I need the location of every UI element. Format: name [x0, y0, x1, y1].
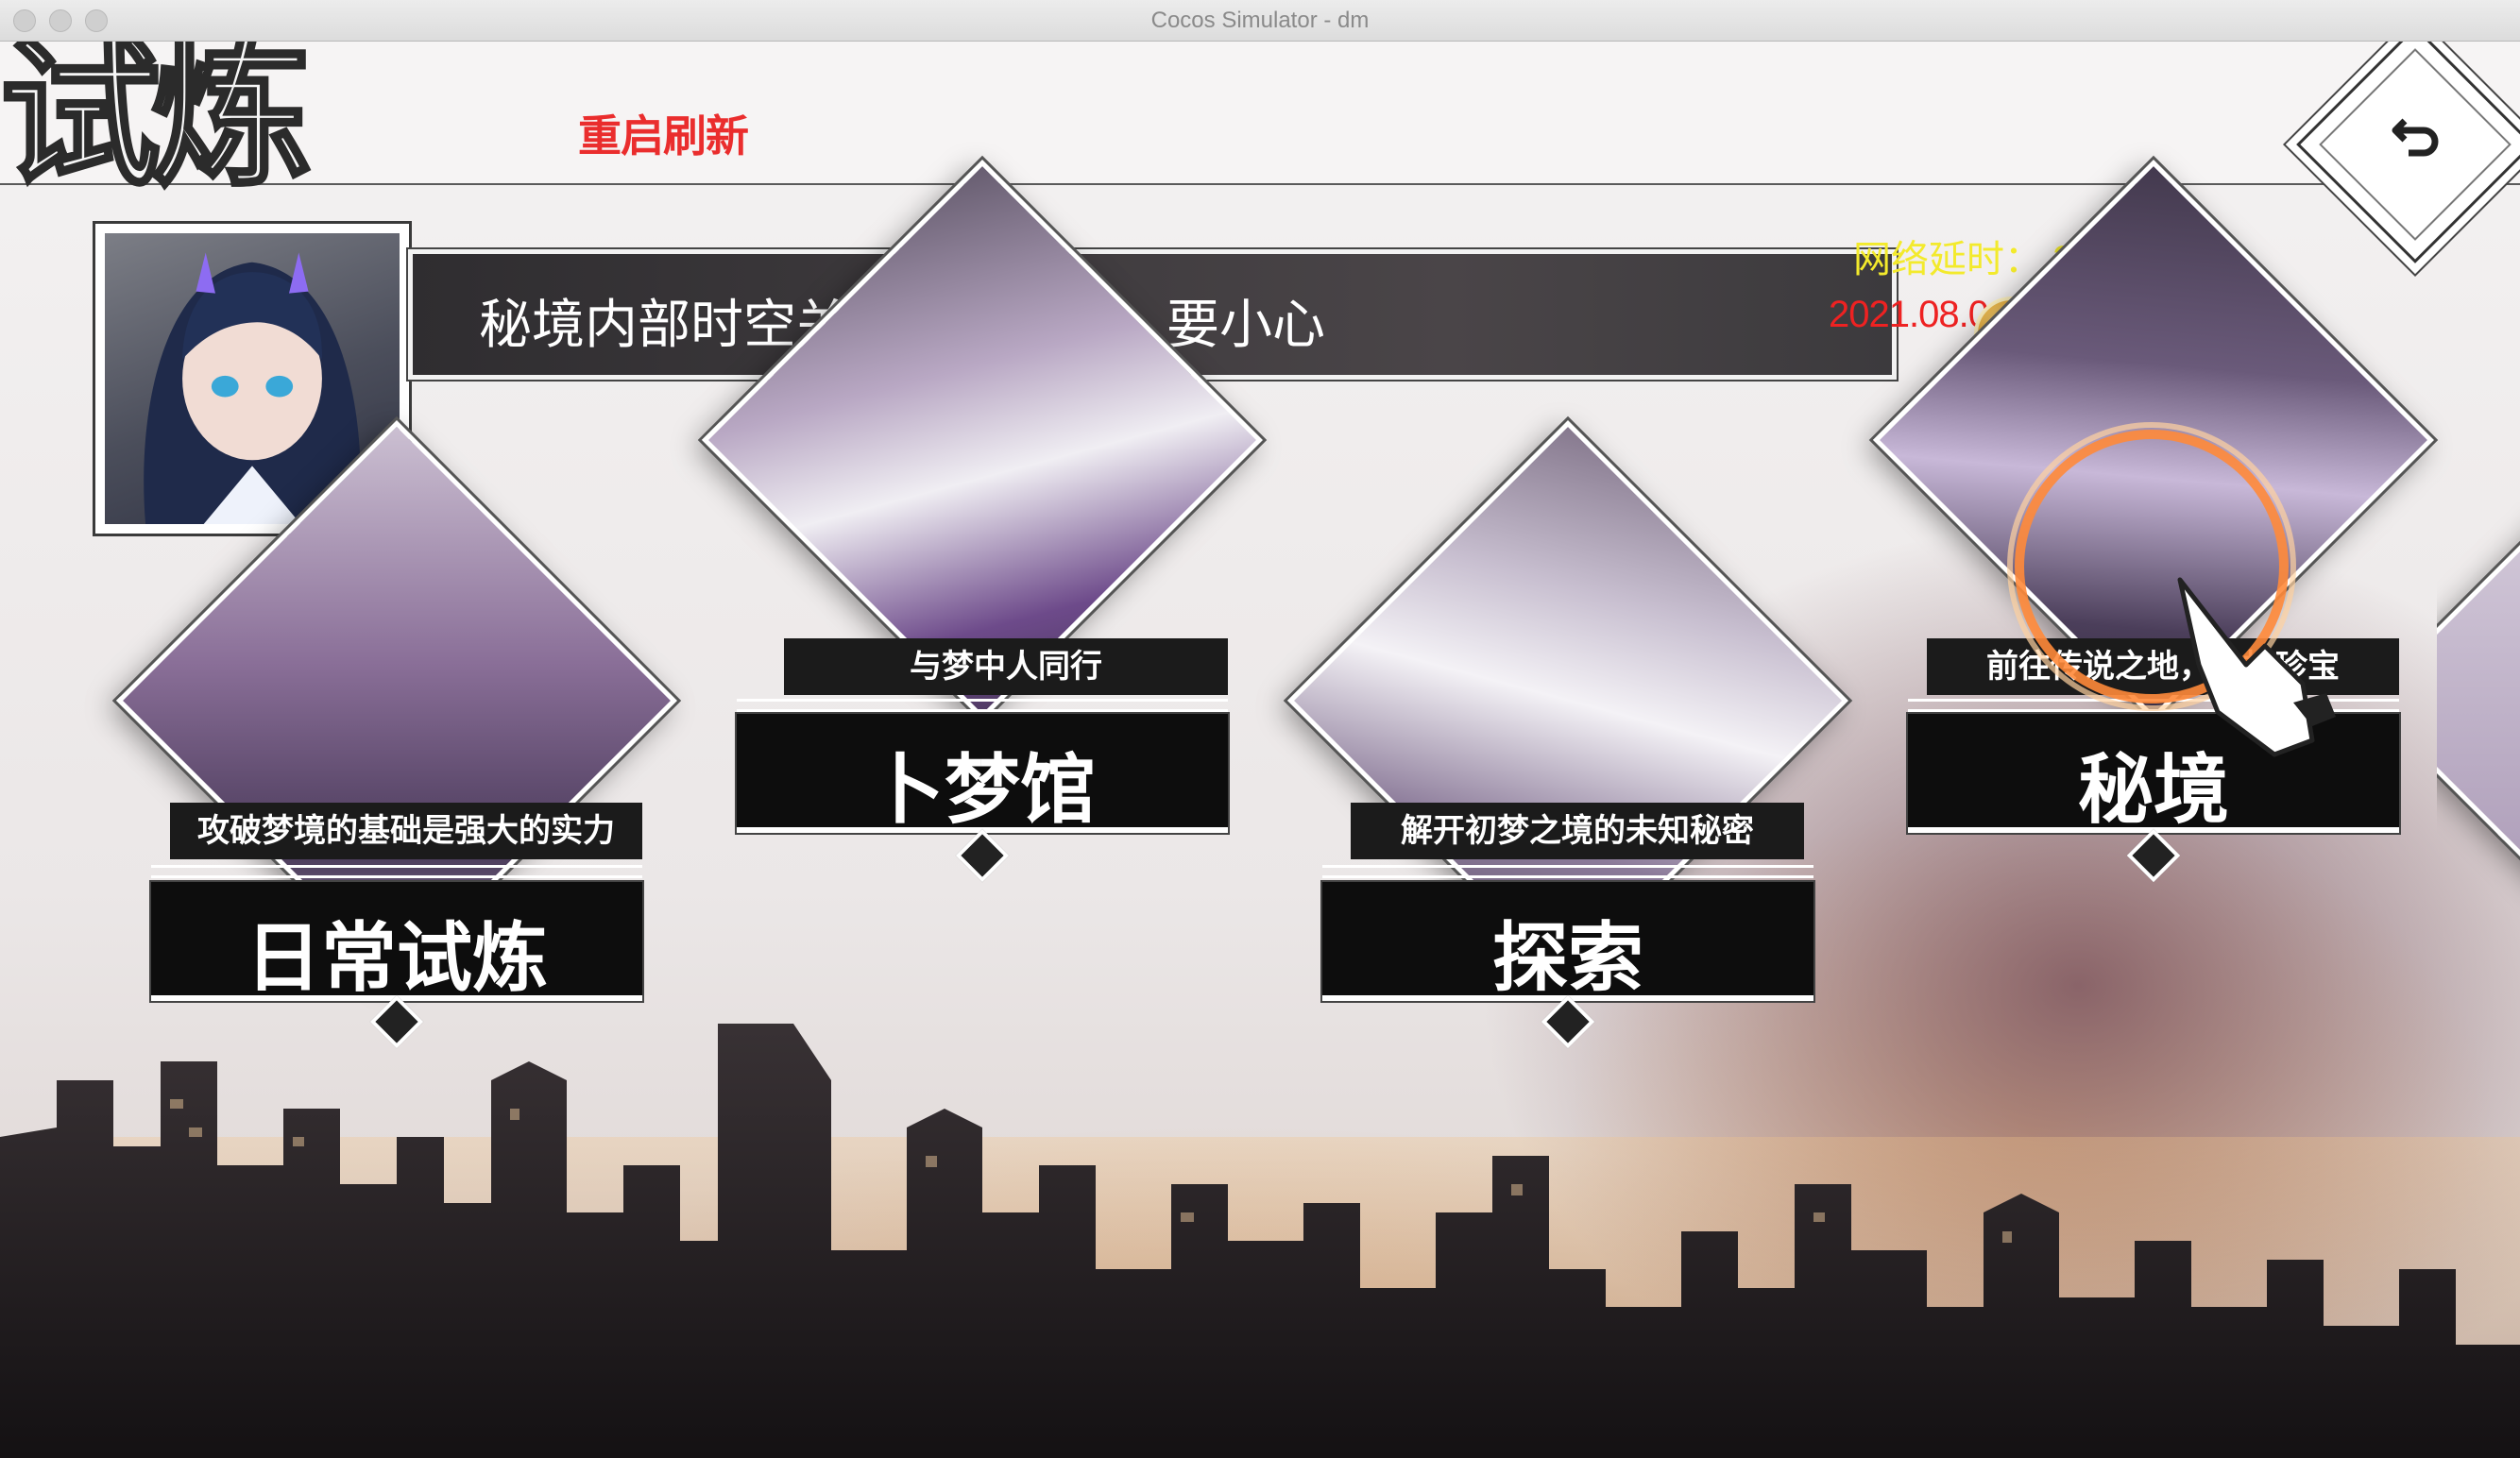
card-title-plate: 探索	[1322, 882, 1813, 1002]
card-title-plate: 日常试炼	[151, 882, 642, 1002]
card-artwork	[2437, 502, 2520, 981]
return-arrow-icon	[2392, 118, 2439, 157]
restart-refresh-button[interactable]: 重启刷新	[578, 102, 749, 164]
card-subtitle: 攻破梦境的基础是强大的实力	[170, 803, 642, 859]
card-divider	[737, 699, 1228, 712]
tap-hand-icon	[2177, 577, 2336, 757]
card-title: 日常试炼	[246, 913, 548, 1002]
card-divider	[151, 865, 642, 878]
page-title: 试炼	[0, 42, 314, 209]
card-title-plate: 卜梦馆	[737, 714, 1228, 834]
mode-card-dream-hall[interactable]: 与梦中人同行 卜梦馆	[680, 160, 1285, 1007]
top-bar: 试炼 重启刷新	[0, 42, 2520, 196]
game-viewport: 试炼 重启刷新 秘境内部时空关系混乱不堪，要小心 网络延时： 20 ms 202…	[0, 42, 2520, 1458]
card-divider	[1322, 865, 1813, 878]
window-titlebar: Cocos Simulator - dm	[0, 0, 2520, 42]
window-title: Cocos Simulator - dm	[1150, 8, 1370, 33]
mode-card-explore[interactable]: 解开初梦之境的未知秘密 探索	[1266, 420, 1870, 1182]
card-title: 卜梦馆	[869, 745, 1096, 834]
card-artwork	[702, 160, 1263, 721]
card-title: 探索	[1492, 913, 1643, 1002]
card-subtitle: 解开初梦之境的未知秘密	[1351, 803, 1804, 859]
mode-card-daily-trial[interactable]: 攻破梦境的基础是强大的实力 日常试炼	[94, 420, 699, 1182]
mode-card-partial[interactable]	[2437, 502, 2520, 1182]
card-subtitle: 与梦中人同行	[784, 638, 1228, 695]
